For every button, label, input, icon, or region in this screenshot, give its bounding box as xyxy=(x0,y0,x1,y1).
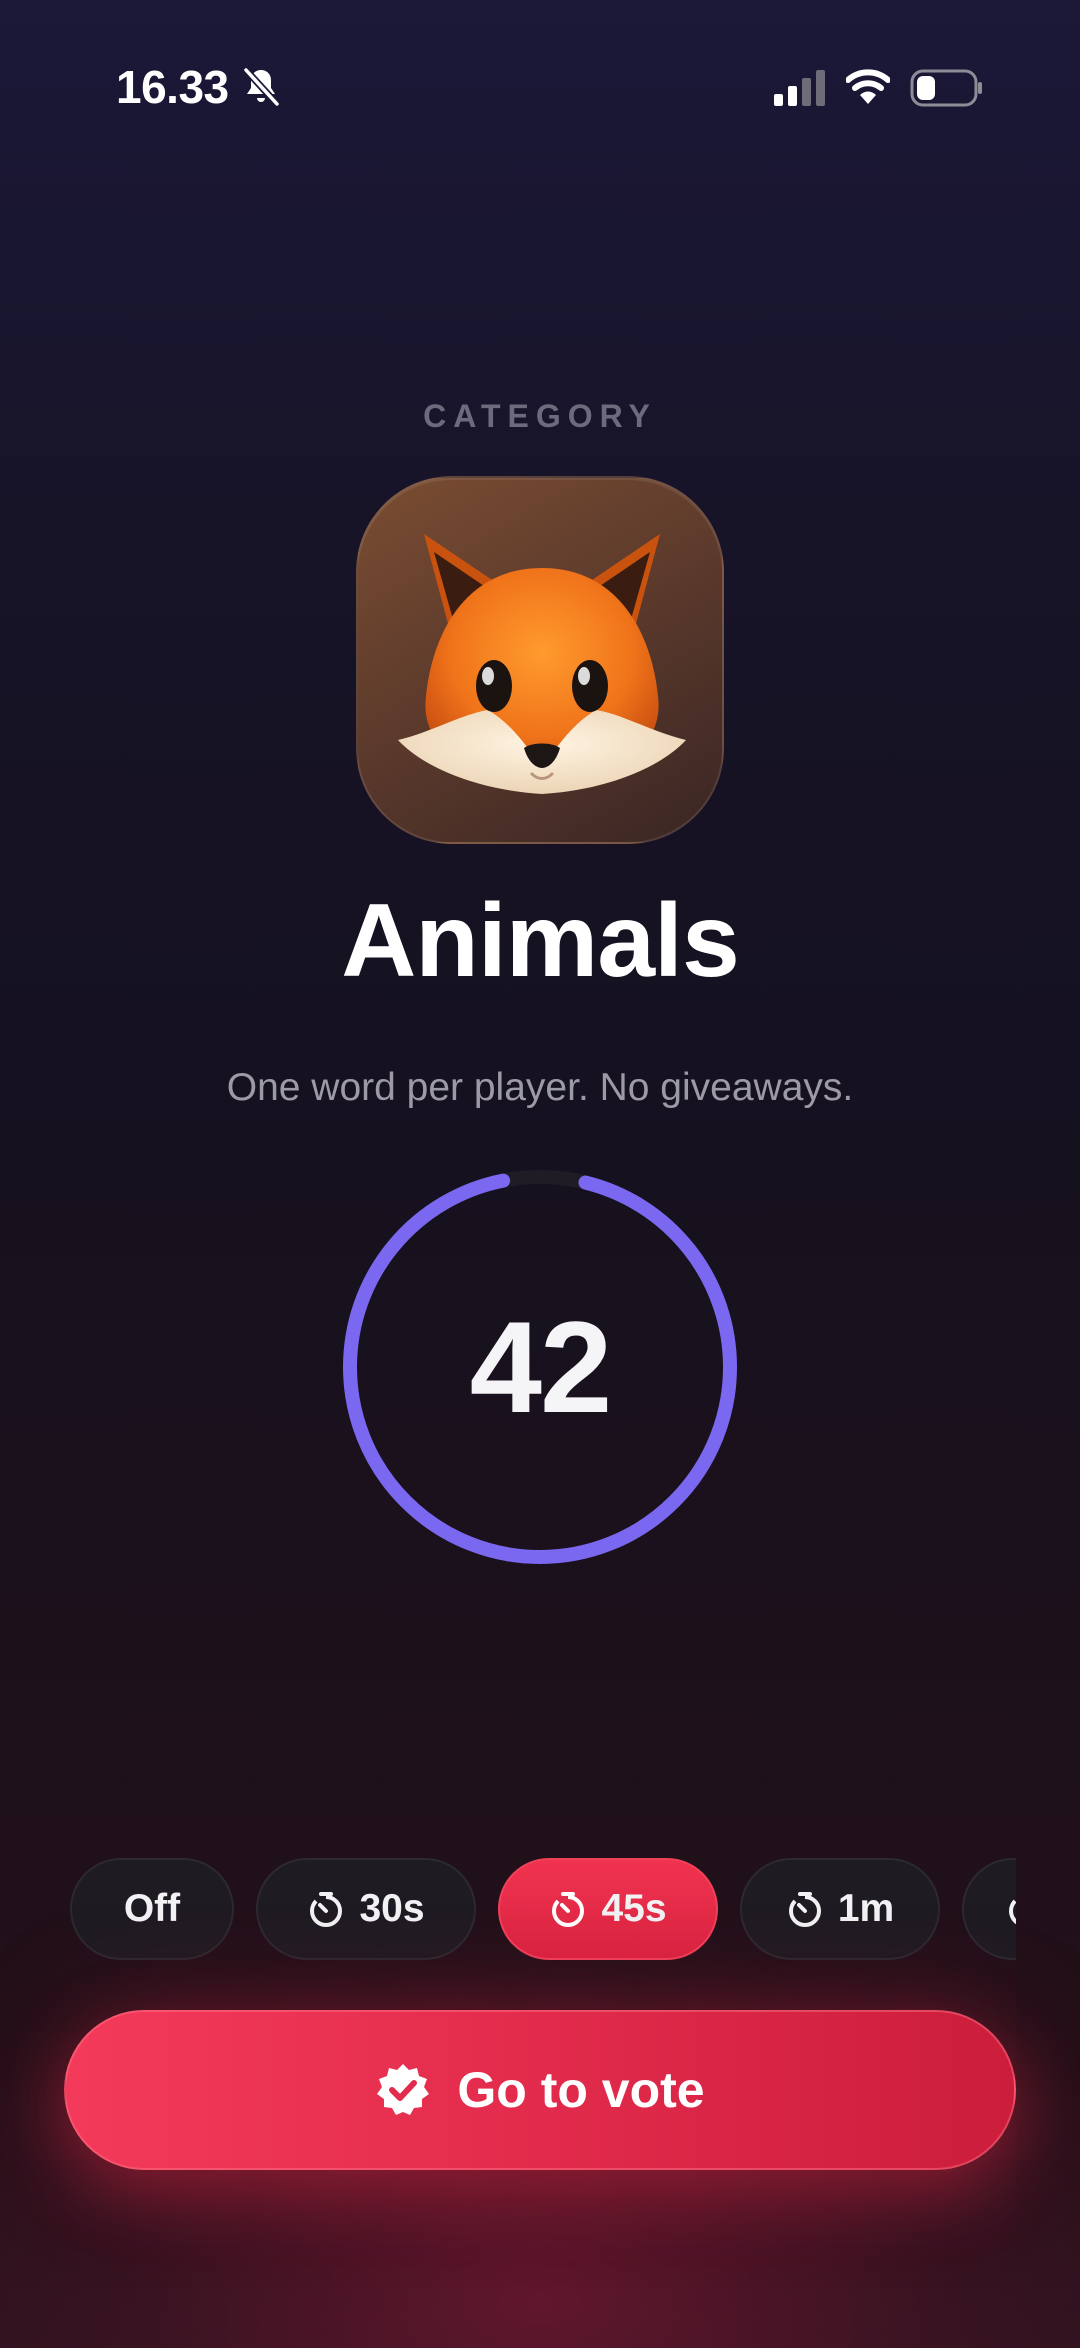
timer-option-label: 45s xyxy=(601,1887,667,1930)
cellular-signal-icon xyxy=(774,70,825,106)
category-label: CATEGORY xyxy=(423,398,657,434)
status-bar: 16.33 xyxy=(0,0,1080,180)
wifi-icon xyxy=(846,69,890,104)
verified-check-icon xyxy=(377,2064,430,2115)
timer-option-more[interactable] xyxy=(962,1858,1016,1960)
fox-icon xyxy=(398,534,686,794)
timer-option-label: 30s xyxy=(359,1887,425,1930)
go-to-vote-button[interactable]: Go to vote xyxy=(64,2010,1016,2170)
category-icon-tile xyxy=(356,476,724,844)
timer-option-label: 1m xyxy=(837,1887,895,1930)
category-title: Animals xyxy=(341,883,740,999)
stopwatch-icon xyxy=(310,1892,343,1927)
timer-option-45s[interactable]: 45s xyxy=(498,1858,718,1960)
stopwatch-icon xyxy=(1009,1896,1016,1925)
bell-muted-icon xyxy=(243,67,280,107)
category-subtitle: One word per player. No giveaways. xyxy=(226,1066,854,1109)
timer-option-30s[interactable]: 30s xyxy=(256,1858,476,1960)
timer-option-label: Off xyxy=(123,1887,181,1930)
go-to-vote-label: Go to vote xyxy=(457,2062,705,2118)
stopwatch-icon xyxy=(788,1892,821,1927)
stopwatch-icon xyxy=(552,1892,585,1927)
status-time: 16.33 xyxy=(116,61,229,113)
battery-icon xyxy=(910,69,982,107)
timer-option-1m[interactable]: 1m xyxy=(740,1858,940,1960)
timer-options: Off 30s 45s 1m xyxy=(0,1858,1016,1962)
timer-option-off[interactable]: Off xyxy=(70,1858,234,1960)
timer-value: 42 xyxy=(469,1294,613,1440)
